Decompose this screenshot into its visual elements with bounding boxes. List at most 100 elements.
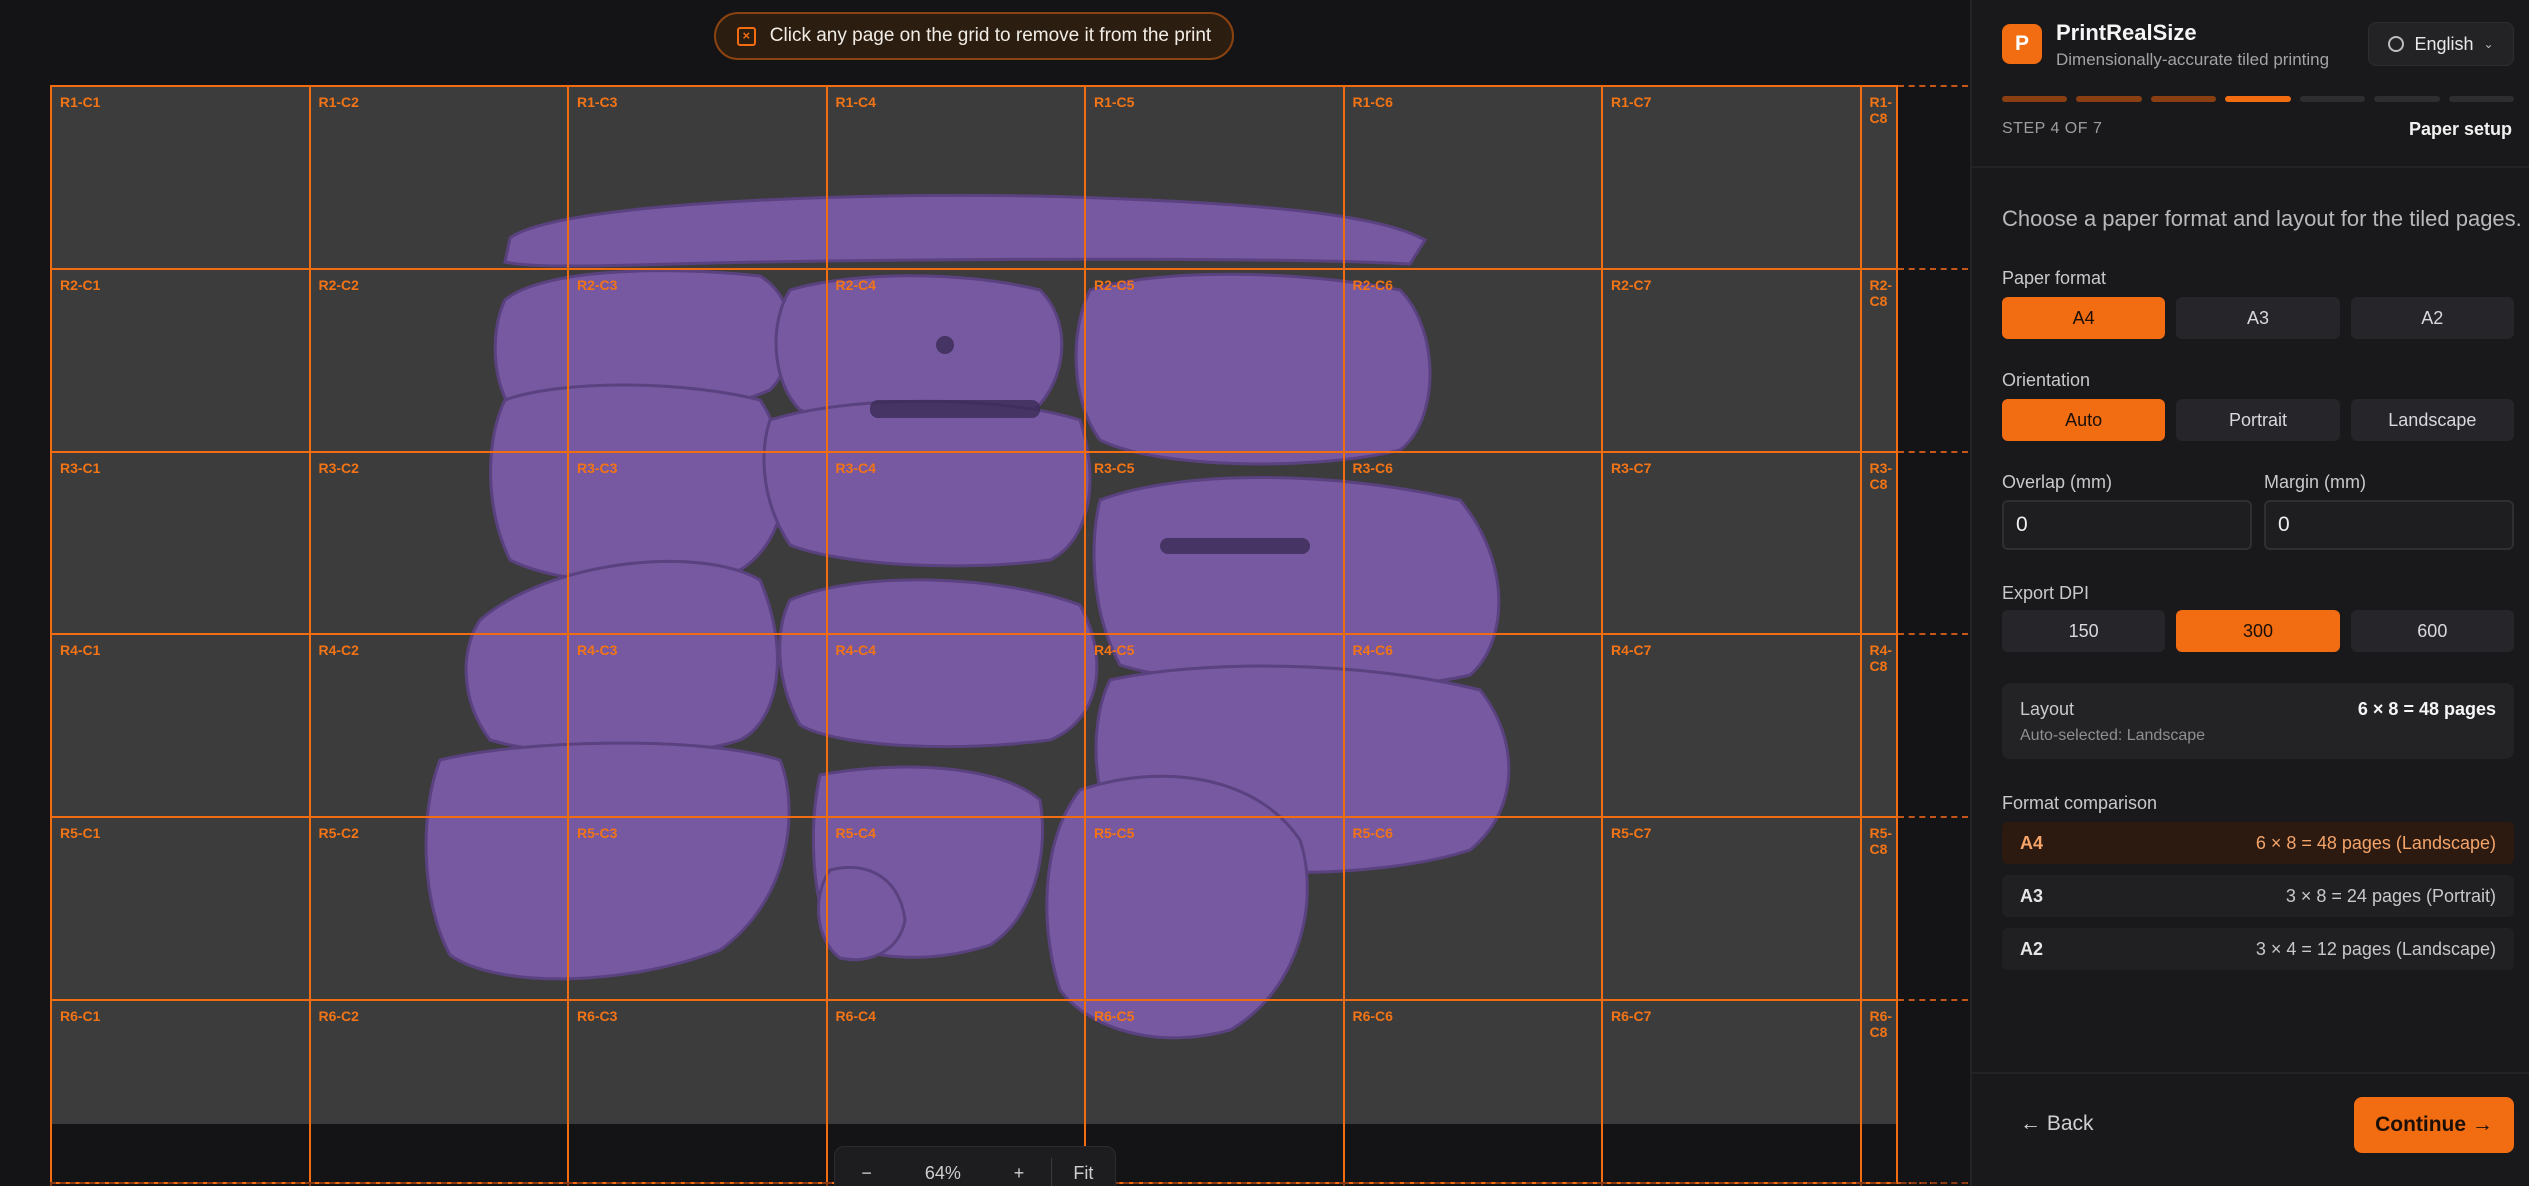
- overflow-guide: [1898, 85, 1968, 87]
- page-tile[interactable]: R2-C6: [1342, 267, 1603, 453]
- page-tile[interactable]: R2-C3: [567, 267, 828, 453]
- paper-format-option[interactable]: A2: [2350, 297, 2514, 339]
- page-tile[interactable]: R6-C8: [1859, 999, 1898, 1184]
- comparison-row[interactable]: A4 6 × 8 = 48 pages (Landscape): [2002, 822, 2514, 864]
- page-tile-label: R6-C7: [1611, 1008, 1652, 1024]
- back-button[interactable]: ← Back: [2020, 1112, 2094, 1136]
- page-tile[interactable]: R4-C3: [567, 633, 828, 819]
- page-tile-label: R6-C3: [577, 1008, 618, 1024]
- page-tile[interactable]: R1-C1: [50, 85, 311, 270]
- page-tile[interactable]: R5-C8: [1859, 816, 1898, 1001]
- page-tile[interactable]: R3-C1: [50, 450, 311, 636]
- zoom-in-button[interactable]: +: [987, 1163, 1050, 1184]
- page-tile[interactable]: R3-C8: [1859, 450, 1898, 636]
- page-tile[interactable]: R5-C1: [50, 816, 311, 1001]
- page-tile-label: R2-C8: [1869, 276, 1893, 309]
- page-tile[interactable]: R2-C8: [1859, 267, 1898, 453]
- page-tile[interactable]: R3-C3: [567, 450, 828, 636]
- page-tile-label: R1-C2: [318, 94, 359, 110]
- step-name: Paper setup: [2408, 119, 2512, 139]
- page-tile[interactable]: R2-C2: [308, 267, 569, 453]
- page-tile[interactable]: R6-C6: [1342, 999, 1603, 1184]
- comparison-result: 6 × 8 = 48 pages (Landscape): [2255, 833, 2496, 853]
- page-tile-label: R2-C1: [60, 276, 101, 293]
- page-tile[interactable]: R4-C4: [825, 633, 1086, 819]
- page-tile[interactable]: R4-C8: [1859, 633, 1898, 819]
- progress-segment: [2448, 96, 2514, 102]
- page-tile[interactable]: R3-C2: [308, 450, 569, 636]
- page-tile-label: R5-C1: [60, 825, 101, 842]
- page-tile[interactable]: R1-C2: [308, 85, 569, 270]
- page-tile[interactable]: R4-C6: [1342, 633, 1603, 819]
- layout-label: Layout: [2020, 699, 2075, 719]
- progress-segment: [2374, 96, 2440, 102]
- page-tile[interactable]: R2-C5: [1084, 267, 1345, 453]
- page-tile[interactable]: R6-C3: [567, 999, 828, 1184]
- page-tile-label: R3-C8: [1869, 459, 1893, 492]
- margin-label: Margin (mm): [2264, 472, 2366, 492]
- remove-hint: × Click any page on the grid to remove i…: [714, 12, 1234, 60]
- dpi-option[interactable]: 600: [2350, 610, 2514, 652]
- page-tile[interactable]: R5-C4: [825, 816, 1086, 1001]
- page-tile[interactable]: R1-C4: [825, 85, 1086, 270]
- page-tile[interactable]: R4-C7: [1601, 633, 1862, 819]
- overflow-guide: [308, 1181, 569, 1186]
- page-tile-label: R1-C3: [577, 94, 618, 110]
- page-tile-label: R6-C2: [318, 1008, 359, 1024]
- progress-segment: [2076, 96, 2142, 102]
- zoom-out-button[interactable]: −: [835, 1163, 898, 1184]
- page-tile[interactable]: R4-C1: [50, 633, 311, 819]
- dpi-option[interactable]: 150: [2002, 610, 2166, 652]
- paper-format-option[interactable]: A3: [2176, 297, 2340, 339]
- orientation-option[interactable]: Landscape: [2350, 399, 2514, 441]
- paper-format-option[interactable]: A4: [2002, 297, 2166, 339]
- page-tile-label: R6-C6: [1352, 1008, 1393, 1024]
- page-tile[interactable]: R5-C2: [308, 816, 569, 1001]
- page-tile[interactable]: R5-C5: [1084, 816, 1345, 1001]
- layout-summary: Layout 6 × 8 = 48 pages Auto-selected: L…: [2002, 683, 2514, 759]
- page-tile[interactable]: R5-C3: [567, 816, 828, 1001]
- dpi-option[interactable]: 300: [2176, 610, 2340, 652]
- page-tile[interactable]: R3-C5: [1084, 450, 1345, 636]
- page-tile[interactable]: R1-C8: [1859, 85, 1898, 270]
- page-tile[interactable]: R5-C7: [1601, 816, 1862, 1001]
- page-tile-label: R4-C5: [1094, 642, 1135, 659]
- overlap-input[interactable]: 0: [2002, 500, 2252, 550]
- page-tile[interactable]: R1-C7: [1601, 85, 1862, 270]
- page-tile[interactable]: R6-C7: [1601, 999, 1862, 1184]
- page-tile[interactable]: R6-C5: [1084, 999, 1345, 1184]
- page-tile[interactable]: R4-C2: [308, 633, 569, 819]
- page-tile[interactable]: R1-C3: [567, 85, 828, 270]
- page-tile[interactable]: R1-C6: [1342, 85, 1603, 270]
- page-tile-label: R4-C4: [835, 642, 876, 659]
- zoom-fit-button[interactable]: Fit: [1052, 1163, 1115, 1184]
- orientation-option[interactable]: Auto: [2002, 399, 2166, 441]
- comparison-row[interactable]: A3 3 × 8 = 24 pages (Portrait): [2002, 875, 2514, 917]
- page-tile[interactable]: R6-C1: [50, 999, 311, 1184]
- language-select[interactable]: English ⌄: [2368, 22, 2514, 66]
- margin-input[interactable]: 0: [2264, 500, 2514, 550]
- app-title: PrintRealSize: [2056, 20, 2197, 45]
- page-tile[interactable]: R2-C4: [825, 267, 1086, 453]
- page-tile-label: R1-C4: [835, 94, 876, 110]
- page-tile[interactable]: R3-C6: [1342, 450, 1603, 636]
- page-tile[interactable]: R4-C5: [1084, 633, 1345, 819]
- step-progress: [2002, 96, 2514, 102]
- page-tile[interactable]: R2-C1: [50, 267, 311, 453]
- page-tile[interactable]: R1-C5: [1084, 85, 1345, 270]
- overflow-guide: [1898, 633, 1968, 636]
- page-tile-label: R5-C4: [835, 825, 876, 842]
- page-tile[interactable]: R3-C4: [825, 450, 1086, 636]
- page-tile-label: R5-C8: [1869, 825, 1893, 858]
- orientation-option[interactable]: Portrait: [2176, 399, 2340, 441]
- continue-button[interactable]: Continue →: [2354, 1097, 2514, 1153]
- page-tile[interactable]: R2-C7: [1601, 267, 1862, 453]
- page-tile[interactable]: R6-C2: [308, 999, 569, 1184]
- dpi-label: Export DPI: [2002, 583, 2090, 603]
- hint-text: Click any page on the grid to remove it …: [769, 25, 1212, 46]
- page-tile-label: R1-C5: [1094, 94, 1135, 110]
- comparison-row[interactable]: A2 3 × 4 = 12 pages (Landscape): [2002, 928, 2514, 970]
- page-tile[interactable]: R3-C7: [1601, 450, 1862, 636]
- page-tile[interactable]: R5-C6: [1342, 816, 1603, 1001]
- page-tile-label: R1-C8: [1869, 94, 1893, 126]
